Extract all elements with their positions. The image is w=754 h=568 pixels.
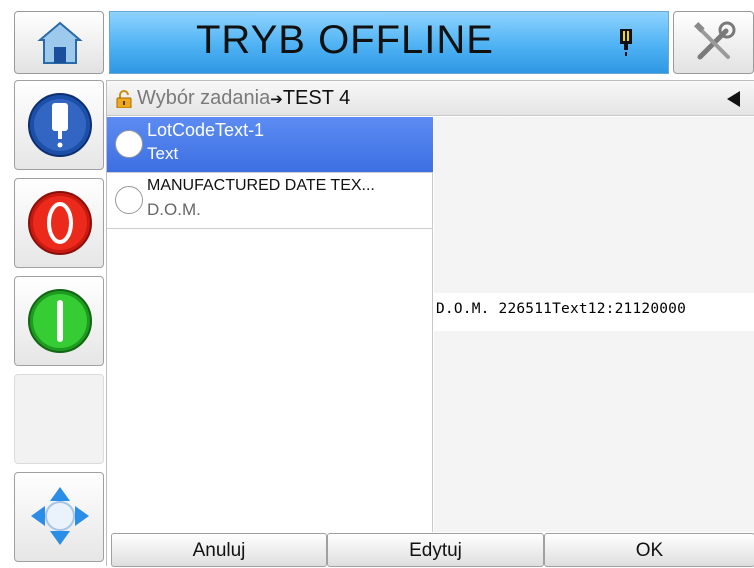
item-title: LotCodeText-1 (147, 120, 265, 140)
breadcrumb: Wybór zadania➔TEST 4 (107, 81, 754, 116)
lock-icon (116, 90, 132, 108)
radio-button[interactable] (115, 130, 143, 158)
back-arrow-icon[interactable] (727, 91, 740, 107)
stop-button[interactable] (14, 178, 104, 268)
cancel-button[interactable]: Anuluj (111, 533, 327, 567)
navigation-button[interactable] (14, 472, 104, 562)
status-title: TRYB OFFLINE (196, 18, 494, 62)
list-item[interactable]: MANUFACTURED DATE TEX... D.O.M. (107, 173, 433, 229)
field-list: LotCodeText-1 Text MANUFACTURED DATE TEX… (107, 117, 433, 532)
item-subtitle: D.O.M. (147, 200, 201, 219)
start-button[interactable] (14, 276, 104, 366)
radio-button[interactable] (115, 186, 143, 214)
footer-bar: Anuluj Edytuj OK (107, 533, 754, 567)
printhead-icon (620, 29, 632, 56)
rail-empty-slot (14, 374, 104, 464)
printhead-status-button[interactable] (14, 80, 104, 170)
preview-strip: D.O.M. 226511Text12:21120000 (434, 293, 754, 331)
breadcrumb-root[interactable]: Wybór zadania (137, 87, 270, 109)
item-subtitle: Text (147, 144, 179, 163)
preview-text: D.O.M. 226511Text12:21120000 (436, 301, 687, 317)
item-title: MANUFACTURED DATE TEX... (147, 177, 375, 194)
tools-button[interactable] (673, 11, 754, 74)
list-item[interactable]: LotCodeText-1 Text (107, 117, 433, 173)
left-rail (14, 80, 104, 564)
status-bar: TRYB OFFLINE (109, 11, 669, 74)
breadcrumb-separator: ➔ (270, 90, 283, 108)
navigation-icon (31, 487, 89, 545)
tools-icon (694, 21, 736, 60)
printhead-status-icon (28, 93, 92, 157)
breadcrumb-current: TEST 4 (282, 87, 351, 109)
header: TRYB OFFLINE (0, 0, 754, 74)
start-icon (28, 289, 92, 353)
ok-button[interactable]: OK (544, 533, 754, 567)
edit-button[interactable]: Edytuj (327, 533, 544, 567)
message-preview: D.O.M. 226511Text12:21120000 (434, 117, 754, 532)
breadcrumb-text: Wybór zadania➔TEST 4 (137, 87, 350, 110)
stop-icon (28, 191, 92, 255)
content-panel: Wybór zadania➔TEST 4 LotCodeText-1 Text … (106, 80, 754, 567)
home-button[interactable] (14, 11, 104, 74)
home-icon (37, 21, 83, 64)
